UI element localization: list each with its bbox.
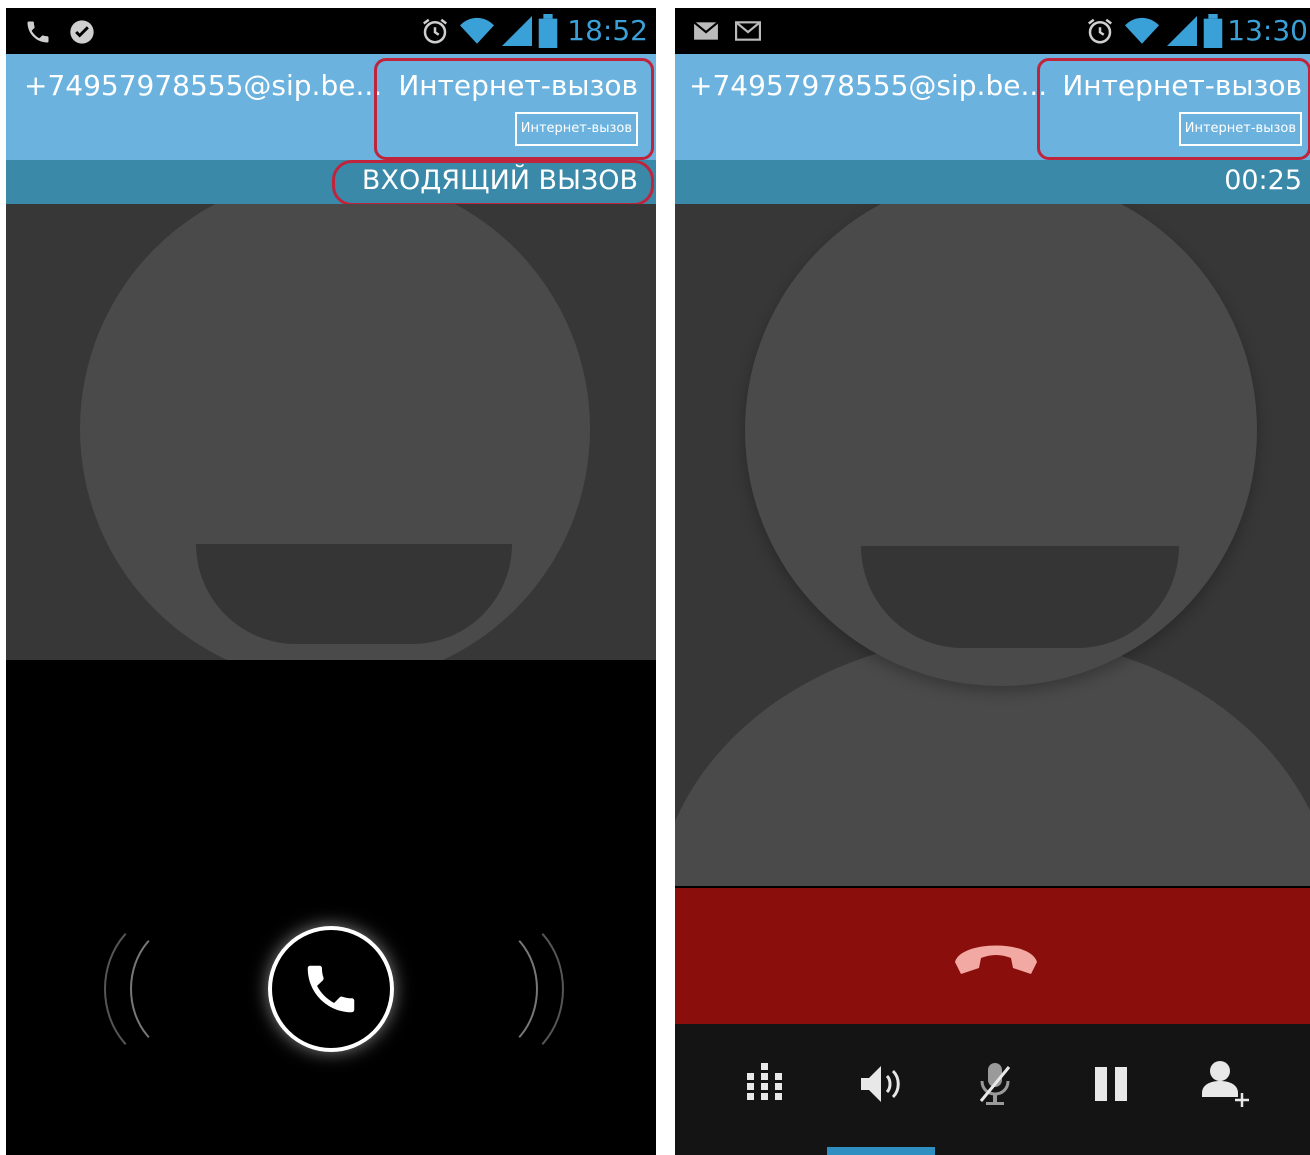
highlight-call-state [332,160,654,206]
contact-photo-placeholder [6,204,656,660]
avatar-mouth [196,544,512,644]
dialpad-icon [747,1063,782,1100]
alarm-icon [420,16,450,50]
speaker-icon [861,1066,900,1102]
call-state-bar: 00:25 [675,160,1310,204]
dialpad-button[interactable] [719,1024,811,1144]
contact-photo-placeholder [675,204,1310,886]
mail-icon [735,20,761,46]
contact-address: +74957978555@sip.be... [689,69,1048,102]
active-tab-indicator [827,1147,935,1155]
highlight-call-type [1037,58,1310,160]
highlight-call-type [374,58,654,160]
call-header: +74957978555@sip.be... Интернет-вызов Ин… [6,54,656,160]
wifi-icon [460,16,494,50]
battery-icon [1203,14,1223,52]
contact-address: +74957978555@sip.be... [24,69,383,102]
hold-button[interactable] [1065,1024,1157,1144]
call-duration: 00:25 [1224,165,1302,196]
end-call-button[interactable] [675,888,1310,1024]
status-time: 13:30 [1227,14,1308,47]
end-call-icon [955,945,1037,974]
incoming-call-screen: 18:52 +74957978555@sip.be... Интернет-вы… [6,8,656,1155]
wifi-icon [1125,16,1159,50]
call-state-bar: ВХОДЯЩИЙ ВЫЗОВ [6,160,656,206]
battery-icon [538,14,558,52]
pause-icon [1095,1067,1127,1101]
speaker-button[interactable] [835,1024,927,1144]
signal-icon [502,16,532,50]
signal-icon [1167,16,1197,50]
add-contact-icon [1202,1061,1249,1107]
call-controls-bar [675,1024,1310,1155]
status-bar: 18:52 [6,8,656,54]
answer-call-button[interactable] [268,926,394,1052]
status-bar: 13:30 [675,8,1310,54]
mute-button[interactable] [949,1024,1041,1144]
left-ring-arc [130,922,244,1056]
answer-area [6,660,656,1155]
alarm-icon [1085,16,1115,50]
add-call-button[interactable] [1181,1024,1273,1144]
check-badge-icon [68,18,96,50]
phone-icon [24,18,52,50]
status-time: 18:52 [567,14,648,47]
call-header: +74957978555@sip.be... Интернет-вызов Ин… [675,54,1310,160]
mute-mic-icon [979,1063,1011,1105]
active-call-screen: 13:30 +74957978555@sip.be... Интернет-вы… [675,8,1310,1155]
phone-answer-icon [307,965,355,1013]
email-icon [693,20,719,46]
right-ring-arc [424,922,538,1056]
